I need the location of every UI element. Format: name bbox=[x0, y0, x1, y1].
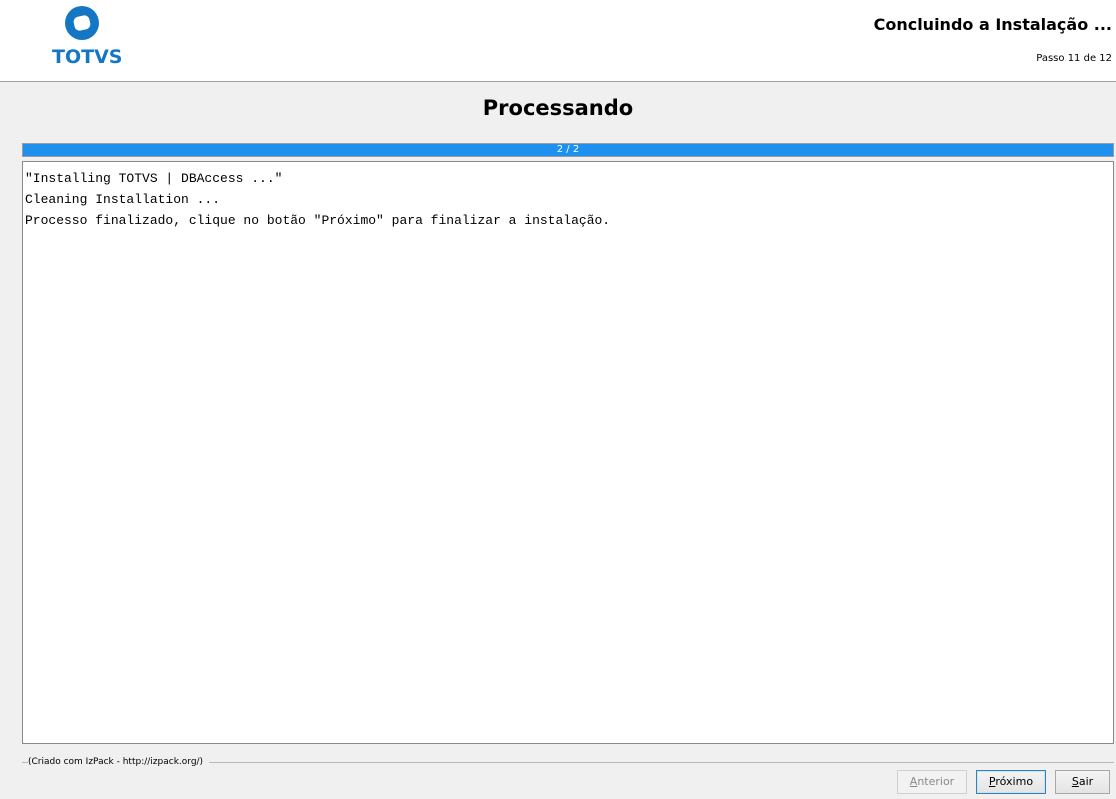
panel-heading: Processando bbox=[482, 96, 634, 120]
previous-button-label: nterior bbox=[917, 775, 955, 788]
progress-bar: 2 / 2 bbox=[22, 143, 1114, 157]
credits-text: (Criado com IzPack - http://izpack.org/) bbox=[28, 756, 210, 768]
quit-button[interactable]: Sair bbox=[1055, 770, 1110, 794]
next-button-label: róximo bbox=[995, 775, 1034, 788]
totvs-logo-icon bbox=[65, 6, 99, 40]
header-divider bbox=[0, 81, 1116, 82]
log-line: Cleaning Installation ... bbox=[25, 192, 221, 207]
log-output[interactable]: "Installing TOTVS | DBAccess ..." Cleanin… bbox=[22, 161, 1114, 744]
log-line: Processo finalizado, clique no botão "Pr… bbox=[25, 213, 611, 228]
step-title: Concluindo a Instalação ... bbox=[873, 15, 1112, 34]
header-band: TOTVS Concluindo a Instalação ... Passo … bbox=[0, 0, 1116, 81]
quit-button-label: air bbox=[1078, 775, 1094, 788]
totvs-logo: TOTVS bbox=[52, 5, 123, 75]
progress-label: 2 / 2 bbox=[556, 144, 580, 155]
previous-button[interactable]: Anterior bbox=[897, 770, 967, 794]
logo-text: TOTVS bbox=[52, 46, 123, 68]
next-button[interactable]: Próximo bbox=[976, 770, 1046, 794]
quit-button-mnemonic: S bbox=[1071, 775, 1079, 788]
step-counter: Passo 11 de 12 bbox=[1036, 53, 1112, 64]
log-line: "Installing TOTVS | DBAccess ..." bbox=[25, 171, 283, 186]
